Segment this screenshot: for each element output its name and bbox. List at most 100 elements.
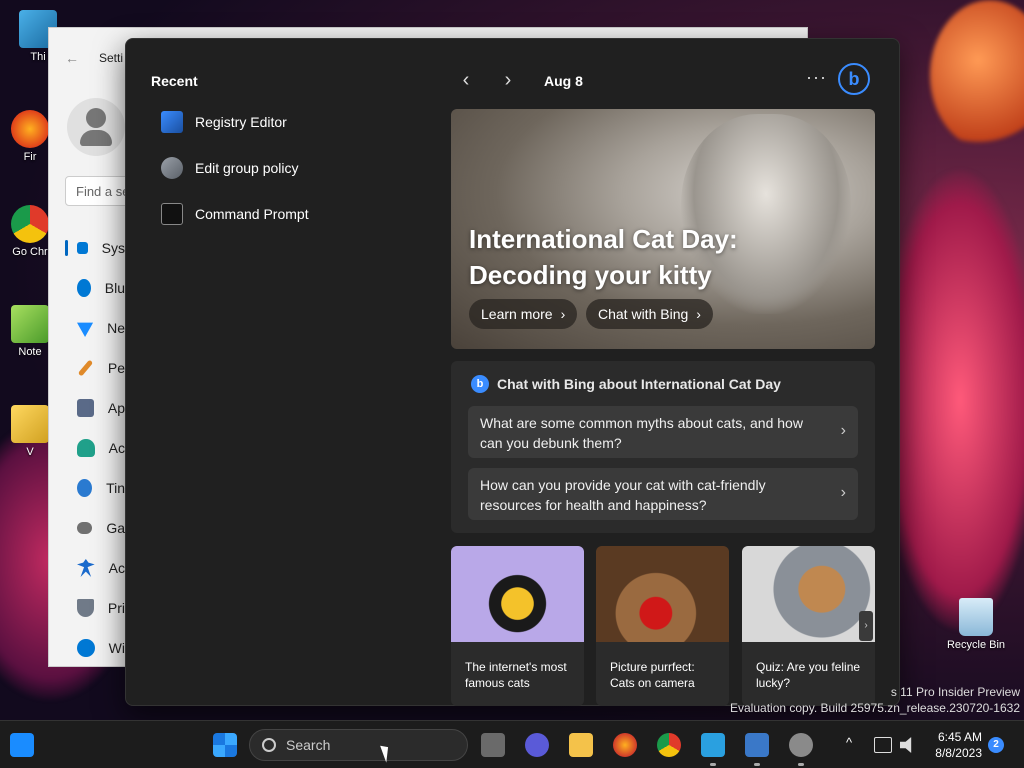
nav-label: Ga [106, 520, 125, 536]
nav-label: Pe [107, 360, 125, 376]
wallpaper-shape [930, 0, 1024, 150]
start-icon[interactable] [213, 733, 237, 757]
wifi-icon [77, 322, 94, 337]
nav-label: Ap [107, 400, 125, 416]
nav-label: Wi [108, 640, 125, 656]
hero-card[interactable]: International Cat Day: Decoding your kit… [451, 109, 875, 349]
chrome-icon[interactable] [657, 733, 681, 757]
teams-icon[interactable] [525, 733, 549, 757]
remote-desktop-icon[interactable] [701, 733, 725, 757]
performance-monitor-icon[interactable] [745, 733, 769, 757]
widgets-icon[interactable] [10, 733, 34, 757]
clock-time: 6:45 AM [937, 730, 982, 744]
notification-badge[interactable]: 2 [988, 737, 1004, 753]
nav-item-gaming[interactable]: Ga [65, 508, 125, 548]
desktop-icon-label: Fir [23, 151, 37, 163]
nav-item-personalization[interactable]: Pe [65, 348, 125, 388]
desktop-icon-label: Recycle Bin [946, 639, 1006, 651]
desktop-icon-label: V [26, 446, 34, 458]
globe-clock-icon [77, 479, 93, 497]
settings-gear-icon[interactable] [789, 733, 813, 757]
chevron-left-icon[interactable]: ‹ [456, 69, 476, 92]
recent-item-registry-editor[interactable]: Registry Editor [161, 107, 287, 137]
news-tile[interactable]: The internet's most famous cats [451, 546, 584, 706]
tile-caption: The internet's most famous cats [465, 660, 567, 690]
nav-item-accessibility[interactable]: Ac [65, 548, 125, 588]
watermark-line: s 11 Pro Insider Preview [890, 685, 1020, 699]
monitor-icon [77, 242, 88, 254]
desktop-icon-label: Go Chr [12, 246, 48, 258]
avatar[interactable] [67, 98, 125, 156]
chat-heading: b Chat with Bing about International Cat… [471, 375, 781, 393]
search-placeholder: Search [286, 737, 331, 753]
update-icon [77, 639, 95, 657]
news-tile[interactable]: Quiz: Are you feline lucky? [742, 546, 875, 706]
accessibility-icon [77, 559, 95, 577]
recycle-bin-icon [959, 598, 993, 636]
person-icon [77, 439, 95, 457]
bing-chat-card: b Chat with Bing about International Cat… [451, 361, 875, 533]
recent-item-command-prompt[interactable]: Command Prompt [161, 199, 309, 229]
current-date: Aug 8 [544, 72, 583, 89]
chrome-icon [11, 205, 49, 243]
back-arrow-icon[interactable]: ← [65, 50, 79, 66]
show-hidden-icons[interactable]: ^ [846, 735, 852, 750]
chevron-right-icon[interactable]: › [498, 69, 518, 92]
tile-image [742, 546, 875, 642]
clock-date: 8/8/2023 [935, 746, 982, 760]
recent-item-edit-group-policy[interactable]: Edit group policy [161, 153, 299, 183]
question-text: What are some common myths about cats, a… [480, 415, 803, 451]
clock[interactable]: 6:45 AM 8/8/2023 [928, 729, 982, 761]
bing-icon[interactable]: b [838, 63, 870, 95]
tile-image [451, 546, 584, 642]
task-view-icon[interactable] [481, 733, 505, 757]
chat-question-2[interactable]: How can you provide your cat with cat-fr… [468, 468, 858, 520]
nav-item-system[interactable]: Sys [65, 228, 125, 268]
nav-label: Pri [107, 600, 125, 616]
nav-item-apps[interactable]: Ap [65, 388, 125, 428]
firefox-icon [11, 110, 49, 148]
chat-with-bing-button[interactable]: Chat with Bing › [586, 299, 713, 329]
gamepad-icon [77, 522, 93, 534]
desktop-icon-label: Thi [30, 51, 46, 63]
firefox-icon[interactable] [613, 733, 637, 757]
nav-label: Ne [107, 320, 125, 336]
chat-question-1[interactable]: What are some common myths about cats, a… [468, 406, 858, 458]
chevron-right-icon: › [696, 306, 701, 322]
news-tile[interactable]: Picture purrfect: Cats on camera [596, 546, 729, 706]
registry-editor-icon [161, 111, 183, 133]
hero-title: International Cat Day: Decoding your kit… [469, 224, 738, 290]
learn-more-button[interactable]: Learn more › [469, 299, 578, 329]
nav-item-network[interactable]: Ne [65, 308, 125, 348]
nav-label: Tin [106, 480, 125, 496]
bing-icon: b [471, 375, 489, 393]
taskbar: Search ^ 6:45 AM 8/8/2023 2 [0, 720, 1024, 768]
nav-label: Blu [104, 280, 125, 296]
taskbar-search[interactable]: Search [249, 729, 468, 761]
chat-heading-text: Chat with Bing about International Cat D… [497, 376, 781, 392]
file-explorer-icon[interactable] [569, 733, 593, 757]
nav-item-bluetooth[interactable]: Blu [65, 268, 125, 308]
nav-item-windows-update[interactable]: Wi [65, 628, 125, 668]
network-icon[interactable] [874, 737, 892, 753]
gear-icon [161, 157, 183, 179]
nav-item-time[interactable]: Tin [65, 468, 125, 508]
nav-label: Ac [108, 560, 125, 576]
chevron-right-icon: › [840, 484, 846, 501]
nav-item-privacy[interactable]: Pri [65, 588, 125, 628]
tiles-next-button[interactable]: › [859, 611, 873, 641]
recent-heading: Recent [151, 73, 198, 89]
desktop-icon-recycle-bin[interactable]: Recycle Bin [944, 598, 1008, 651]
desktop-icon-label: Note [18, 346, 42, 358]
more-options-icon[interactable]: ··· [806, 67, 827, 88]
date-navigation: ‹ › Aug 8 [456, 69, 583, 92]
settings-nav: Sys Blu Ne Pe Ap Ac Tin Ga Ac Pri Wi [65, 228, 125, 668]
folder-icon [11, 405, 49, 443]
chevron-right-icon: › [840, 422, 846, 439]
volume-icon[interactable] [900, 737, 912, 753]
news-tiles: The internet's most famous cats Picture … [451, 546, 875, 706]
nav-item-accounts[interactable]: Ac [65, 428, 125, 468]
apps-icon [77, 399, 94, 417]
nav-label: Ac [108, 440, 125, 456]
button-label: Learn more [481, 306, 553, 322]
